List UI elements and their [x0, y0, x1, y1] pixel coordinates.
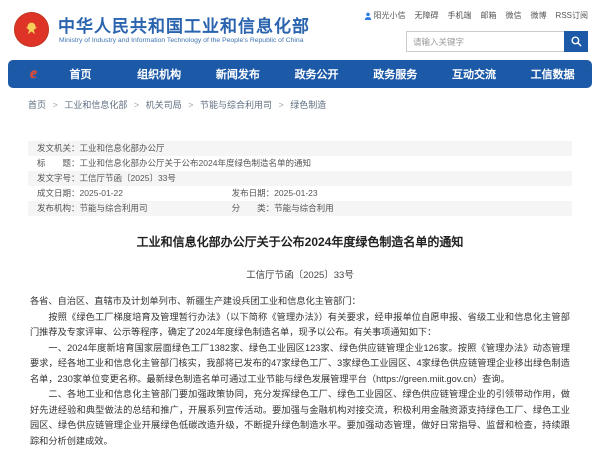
quick-link-assistant[interactable]: 阳光小信 [364, 10, 406, 21]
quick-link-wechat[interactable]: 微信 [506, 10, 522, 21]
document-paragraph: 二、各地工业和信息化主管部门要加强政策协同，充分发挥绿色工厂、绿色工业园区、绿色… [30, 389, 570, 446]
search-icon [570, 36, 582, 47]
main-nav: e 首页 组织机构 新闻发布 政务公开 政务服务 互动交流 工信数据 [8, 60, 592, 88]
breadcrumb-separator: > [52, 100, 58, 110]
nav-item-home[interactable]: 首页 [41, 66, 120, 82]
meta-value: 节能与综合利用司 [79, 203, 148, 213]
meta-value: 2025-01-22 [79, 188, 124, 198]
quick-link-rss[interactable]: RSS订阅 [556, 10, 588, 21]
breadcrumb-item-green-manufacturing[interactable]: 绿色制造 [290, 100, 326, 110]
nav-item-news[interactable]: 新闻发布 [199, 66, 278, 82]
meta-row-issuing-agency: 发文机关 工业和信息化部办公厅 [28, 141, 572, 156]
breadcrumb-item-miit[interactable]: 工业和信息化部 [64, 100, 127, 110]
document-paragraph: 按照《绿色工厂梯度培育及管理暂行办法》（以下简称《管理办法》）有关要求，经申报单… [30, 311, 570, 338]
document-paragraph: 各省、自治区、直辖市及计划单列市、新疆生产建设兵团工业和信息化主管部门： [30, 296, 361, 306]
meta-label: 发布日期 [232, 186, 275, 201]
quick-link-weibo[interactable]: 微博 [531, 10, 547, 21]
document-number: 工信厅节函〔2025〕33号 [246, 270, 354, 281]
breadcrumb: 首页 > 工业和信息化部 > 机关司局 > 节能与综合利用司 > 绿色制造 [28, 98, 600, 111]
national-emblem-icon: ★ [14, 12, 49, 47]
breadcrumb-item-departments[interactable]: 机关司局 [146, 100, 182, 110]
breadcrumb-item-energy-dept[interactable]: 节能与综合利用司 [200, 100, 272, 110]
meta-row-publisher: 发布机构 节能与综合利用司 分 类 节能与综合利用 [28, 201, 572, 216]
meta-value: 工业和信息化部办公厅关于公布2024年度绿色制造名单的通知 [79, 158, 311, 168]
meta-row-doc-number: 发文字号 工信厅节函〔2025〕33号 [28, 171, 572, 186]
meta-value: 2025-01-23 [274, 188, 318, 198]
meta-row-dates: 成文日期 2025-01-22 发布日期 2025-01-23 [28, 186, 572, 201]
site-title: 中华人民共和国工业和信息化部 [58, 17, 310, 36]
search-input[interactable] [406, 31, 564, 52]
site-subtitle: Ministry of Industry and Information Tec… [59, 37, 304, 44]
miit-logo-icon: e [30, 65, 38, 82]
meta-value: 工业和信息化部办公厅 [79, 143, 165, 153]
document-title: 工业和信息化部办公厅关于公布2024年度绿色制造名单的通知 [136, 235, 464, 249]
document-body: 各省、自治区、直辖市及计划单列市、新疆生产建设兵团工业和信息化主管部门： 按照《… [30, 294, 570, 449]
search-button[interactable] [564, 31, 588, 52]
breadcrumb-item-home[interactable]: 首页 [28, 100, 46, 110]
meta-label: 发文机关 [37, 141, 80, 156]
site-header: ★ 中华人民共和国工业和信息化部 Ministry of Industry an… [0, 0, 600, 60]
meta-label: 发布机构 [37, 201, 80, 216]
breadcrumb-separator: > [278, 100, 284, 110]
nav-item-services[interactable]: 政务服务 [356, 66, 435, 82]
meta-label: 发文字号 [37, 171, 80, 186]
search-box [406, 31, 588, 52]
quick-links: 阳光小信 无障碍 手机端 邮箱 微信 微博 RSS订阅 [364, 10, 588, 21]
quick-link-accessibility[interactable]: 无障碍 [415, 10, 439, 21]
document-paragraph: 一、2024年度新培育国家层面绿色工厂1382家、绿色工业园区123家、绿色供应… [30, 342, 570, 384]
meta-row-title: 标 题 工业和信息化部办公厅关于公布2024年度绿色制造名单的通知 [28, 156, 572, 171]
meta-value: 节能与综合利用 [274, 203, 334, 213]
nav-item-interaction[interactable]: 互动交流 [435, 66, 514, 82]
nav-item-gov-affairs[interactable]: 政务公开 [277, 66, 356, 82]
breadcrumb-separator: > [133, 100, 140, 110]
document-meta: 发文机关 工业和信息化部办公厅 标 题 工业和信息化部办公厅关于公布2024年度… [28, 141, 572, 216]
assistant-icon [364, 12, 371, 20]
meta-value: 工信厅节函〔2025〕33号 [79, 173, 176, 183]
breadcrumb-separator: > [188, 100, 194, 110]
nav-item-organization[interactable]: 组织机构 [120, 66, 199, 82]
nav-item-data[interactable]: 工信数据 [513, 66, 592, 82]
meta-label: 标 题 [37, 156, 80, 171]
meta-label: 分 类 [232, 201, 275, 216]
quick-link-mail[interactable]: 邮箱 [481, 10, 497, 21]
quick-link-mobile[interactable]: 手机端 [448, 10, 472, 21]
meta-label: 成文日期 [37, 186, 80, 201]
